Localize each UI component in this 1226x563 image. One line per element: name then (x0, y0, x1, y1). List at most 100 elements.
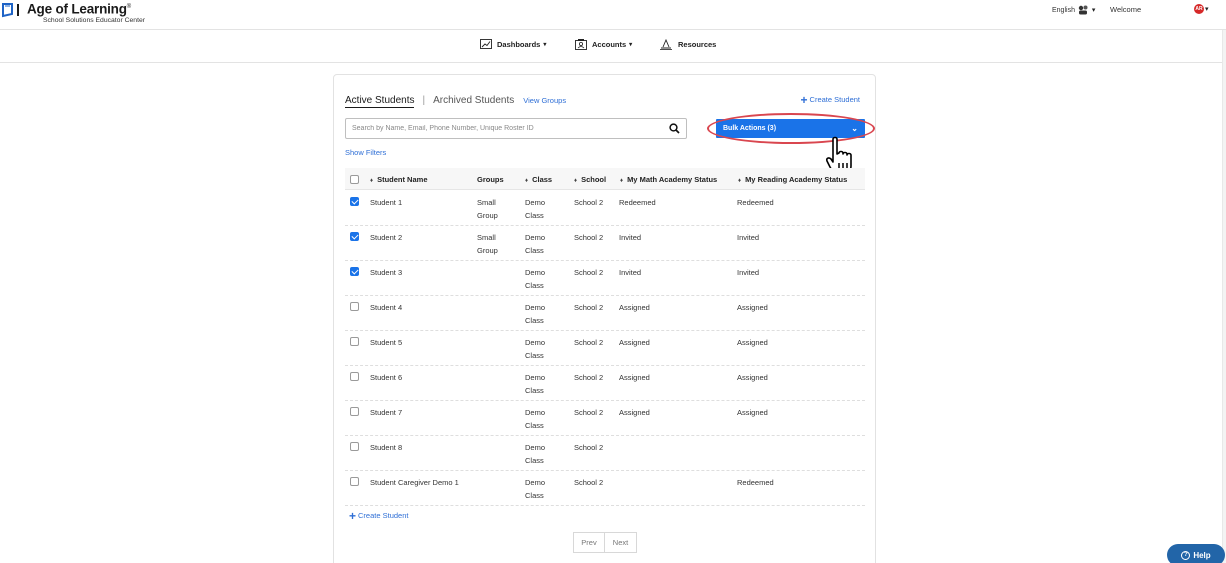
cell-class: Demo Class (525, 196, 545, 222)
top-header: Age of Learning® School Solutions Educat… (0, 0, 1226, 30)
nav-resources-label: Resources (678, 40, 717, 49)
cell-student-name: Student 2 (370, 233, 403, 242)
class-line: Demo (525, 373, 546, 382)
create-student-label: Create Student (809, 95, 860, 104)
cell-student-name: Student 7 (370, 408, 403, 417)
chevron-down-icon: ▾ (1205, 6, 1209, 13)
page-scrollbar[interactable] (1222, 30, 1226, 563)
row-checkbox[interactable] (350, 197, 359, 206)
create-student-link-bottom[interactable]: + Create Student (349, 510, 408, 522)
nav-accounts-label: Accounts (592, 40, 627, 49)
logo[interactable]: Age of Learning® School Solutions Educat… (2, 0, 145, 25)
table-row[interactable]: Student 4 Demo Class School 2 Assigned Assign… (345, 296, 865, 331)
sort-icon: ♦ (620, 178, 624, 184)
table-row[interactable]: Student Caregiver Demo 1 Demo Class School … (345, 471, 865, 506)
search-input[interactable] (352, 125, 669, 132)
nav-resources[interactable]: Resources (659, 39, 716, 50)
table-row[interactable]: Student 5 Demo Class School 2 Assigned Assign… (345, 331, 865, 366)
row-checkbox[interactable] (350, 477, 359, 486)
group-line: Small (477, 233, 496, 242)
avatar: AR (1194, 4, 1204, 14)
column-student-name[interactable]: ♦ Student Name (370, 175, 428, 184)
nav-accounts[interactable]: Accounts ▾ (575, 39, 632, 50)
tab-archived-students[interactable]: Archived Students (433, 95, 514, 106)
row-checkbox[interactable] (350, 372, 359, 381)
column-class[interactable]: ♦ Class (525, 175, 552, 184)
language-selector[interactable]: English ▾ (1052, 5, 1095, 15)
class-line: Demo (525, 478, 546, 487)
tab-separator: | (422, 95, 426, 106)
resources-icon (660, 39, 672, 50)
show-filters-link[interactable]: Show Filters (345, 148, 386, 157)
cell-reading-status: Assigned (737, 338, 768, 347)
column-math-status[interactable]: ♦ My Math Academy Status (620, 175, 717, 184)
table-row[interactable]: Student 3 Demo Class School 2 Invited Invited (345, 261, 865, 296)
row-checkbox[interactable] (350, 337, 359, 346)
cell-reading-status: Assigned (737, 373, 768, 382)
table-row[interactable]: Student 8 Demo Class School 2 (345, 436, 865, 471)
cell-class: Demo Class (525, 441, 545, 467)
class-line: Class (525, 351, 544, 360)
cell-reading-status: Redeemed (737, 198, 774, 207)
sort-icon: ♦ (574, 178, 578, 184)
row-checkbox[interactable] (350, 232, 359, 241)
cell-school: School 2 (574, 338, 604, 347)
view-groups-link[interactable]: View Groups (523, 96, 566, 105)
next-page-button[interactable]: Next (605, 532, 637, 553)
table-row[interactable]: Student 2 Small Group Demo Class School 2 Invi… (345, 226, 865, 261)
chevron-down-icon: ⌄ (851, 124, 858, 133)
cell-reading-status: Invited (737, 233, 760, 242)
students-panel: Active Students | Archived Students View… (333, 74, 876, 563)
nav-dashboards-label: Dashboards (497, 39, 541, 49)
cell-math-status: Assigned (619, 338, 650, 347)
table-row[interactable]: Student 7 Demo Class School 2 Assigned Assign… (345, 401, 865, 436)
select-all-checkbox[interactable] (350, 175, 359, 184)
globe-people-icon (1078, 5, 1088, 15)
sort-icon: ♦ (738, 178, 742, 184)
question-icon: ? (1181, 550, 1191, 560)
user-menu[interactable]: AR ▾ (1194, 4, 1209, 14)
group-line: Small (477, 198, 496, 207)
cell-student-name: Student 8 (370, 443, 403, 452)
class-line: Demo (525, 198, 546, 207)
cell-math-status: Invited (619, 268, 642, 277)
class-line: Class (525, 456, 544, 465)
nav-dashboards[interactable]: Dashboards ▾ (480, 39, 546, 49)
class-line: Class (525, 491, 544, 500)
cell-student-name: Student 3 (370, 268, 403, 277)
cell-student-name: Student 4 (370, 303, 403, 312)
prev-page-button[interactable]: Prev (573, 532, 605, 553)
accounts-icon (575, 39, 587, 50)
table-row[interactable]: Student 1 Small Group Demo Class School 2 Rede… (345, 191, 865, 226)
cell-school: School 2 (574, 233, 604, 242)
row-checkbox[interactable] (350, 442, 359, 451)
class-line: Class (525, 281, 544, 290)
create-student-link-top[interactable]: + Create Student (801, 94, 860, 106)
cell-class: Demo Class (525, 476, 545, 502)
class-line: Demo (525, 408, 546, 417)
cell-class: Demo Class (525, 266, 545, 292)
tab-active-students[interactable]: Active Students (345, 95, 415, 108)
column-school[interactable]: ♦ School (574, 175, 606, 184)
column-label: Groups (477, 175, 504, 184)
column-reading-status[interactable]: ♦ My Reading Academy Status (738, 175, 847, 184)
class-line: Demo (525, 233, 546, 242)
row-checkbox[interactable] (350, 267, 359, 276)
table-row[interactable]: Student 6 Demo Class School 2 Assigned Assign… (345, 366, 865, 401)
search-icon[interactable] (669, 123, 680, 134)
cell-group: Small Group (477, 231, 498, 257)
chevron-down-icon: ▾ (1091, 6, 1096, 14)
chevron-down-icon: ▾ (629, 42, 633, 48)
row-checkbox[interactable] (350, 302, 359, 311)
class-line: Demo (525, 443, 546, 452)
class-line: Demo (525, 268, 546, 277)
help-label: Help (1193, 550, 1211, 560)
welcome-text: Welcome (1110, 5, 1142, 14)
cell-reading-status: Invited (737, 268, 760, 277)
brand-name: Age of Learning (27, 1, 127, 17)
cell-reading-status: Assigned (737, 303, 768, 312)
help-button[interactable]: ? Help (1167, 544, 1225, 563)
cell-school: School 2 (574, 443, 604, 452)
class-line: Demo (525, 303, 546, 312)
row-checkbox[interactable] (350, 407, 359, 416)
